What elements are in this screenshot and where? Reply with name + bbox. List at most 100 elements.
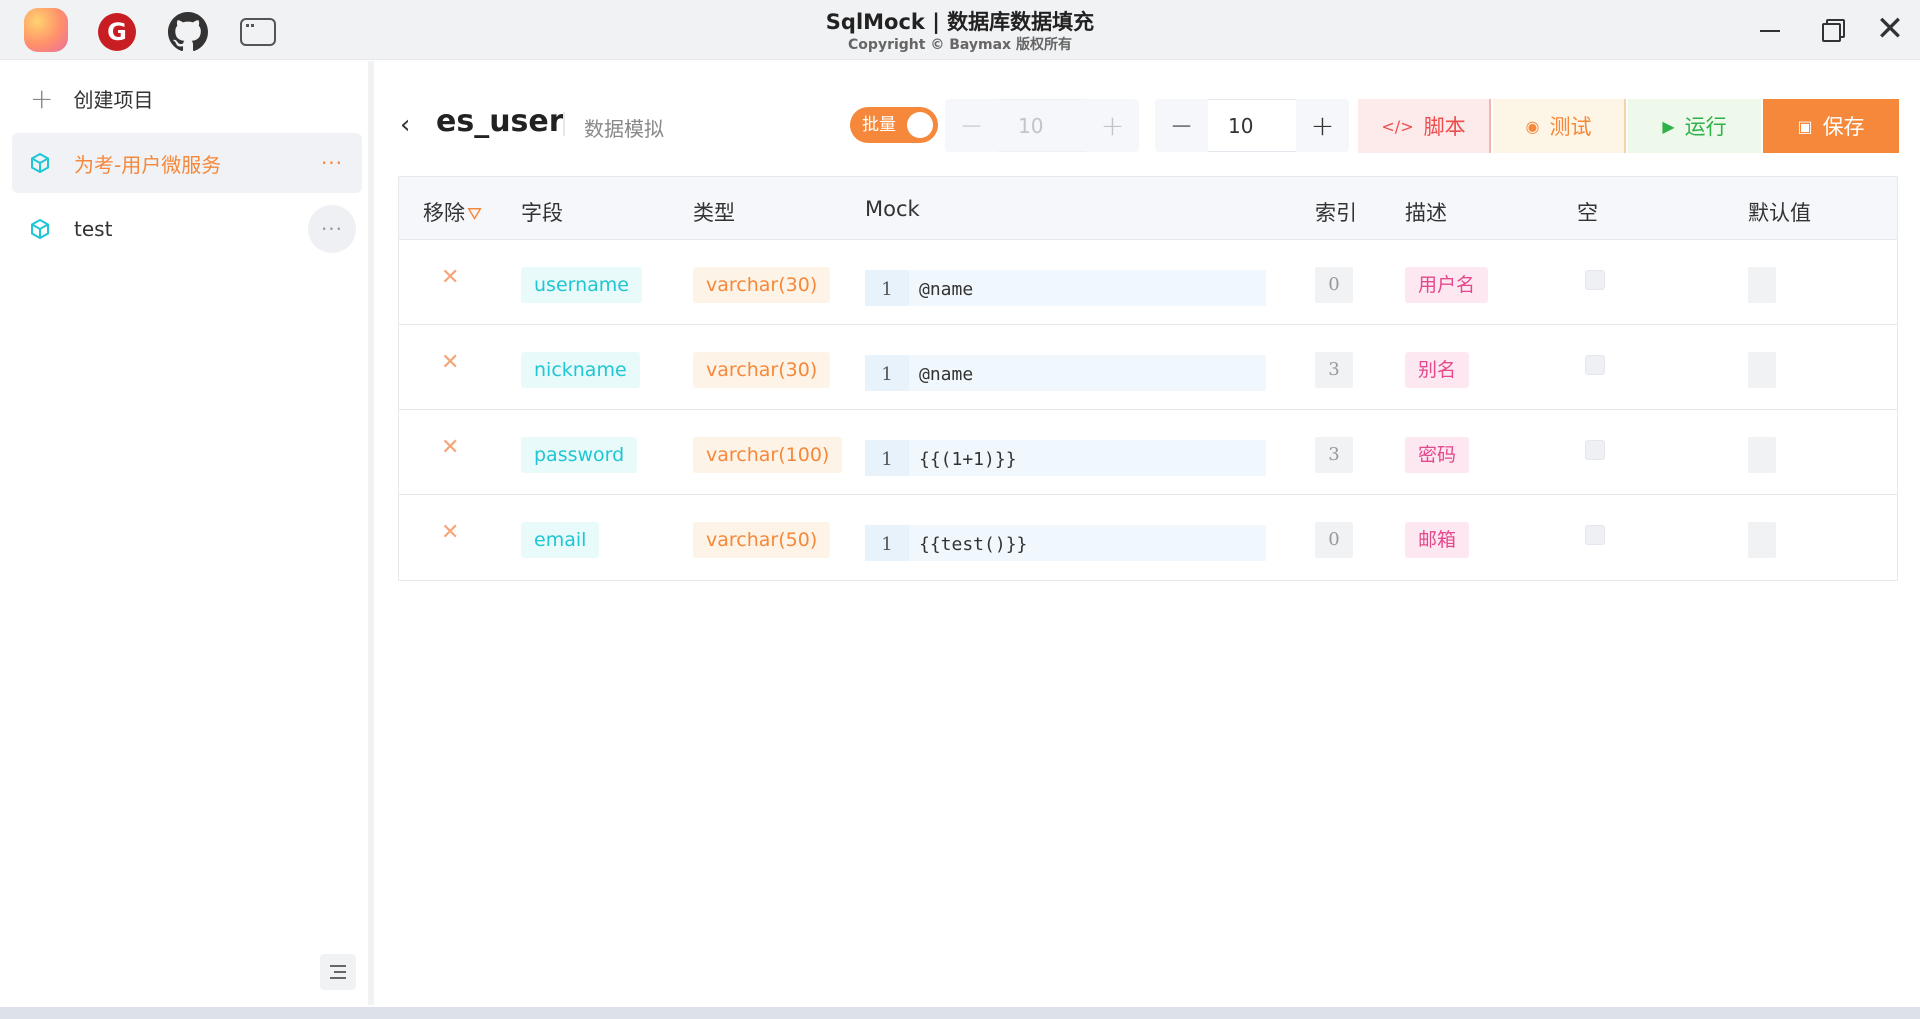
default-value-input[interactable] [1748, 352, 1776, 388]
plus-icon: + [30, 81, 54, 115]
remove-icon[interactable]: ✕ [441, 265, 459, 290]
index-value[interactable]: 0 [1315, 267, 1353, 303]
code-icon: </> [1381, 116, 1414, 136]
decrement-button: − [945, 99, 998, 152]
field-description[interactable]: 邮箱 [1405, 522, 1470, 558]
mock-editor[interactable]: 1 @name [865, 270, 1266, 306]
column-header-type: 类型 [693, 201, 735, 225]
default-value-input[interactable] [1748, 522, 1776, 558]
column-header-default: 默认值 [1748, 201, 1811, 225]
cube-icon [30, 152, 50, 174]
field-name[interactable]: password [521, 437, 638, 473]
default-value-input[interactable] [1748, 267, 1776, 303]
batch-label: 批量 [862, 115, 896, 135]
mock-code[interactable]: @name [909, 355, 973, 391]
column-header-nullable: 空 [1577, 201, 1598, 225]
mock-editor[interactable]: 1 {{test()}} [865, 525, 1266, 561]
app-copyright: Copyright © Baymax 版权所有 [848, 37, 1072, 53]
toggle-knob [907, 112, 933, 138]
table-row: ✕ email varchar(50) 1 {{test()}} 0 邮箱 [399, 495, 1897, 580]
nullable-checkbox[interactable] [1585, 440, 1605, 460]
target-icon: ◉ [1525, 116, 1540, 136]
table-row: ✕ nickname varchar(30) 1 @name 3 别名 [399, 325, 1897, 410]
nullable-checkbox[interactable] [1585, 525, 1605, 545]
maximize-icon[interactable] [1812, 14, 1848, 46]
index-value[interactable]: 3 [1315, 352, 1353, 388]
field-description[interactable]: 密码 [1405, 437, 1470, 473]
field-description[interactable]: 用户名 [1405, 267, 1489, 303]
title-bar: G SqlMock | 数据库数据填充 Copyright © Baymax 版… [0, 0, 1920, 60]
mock-code[interactable]: {{(1+1)}} [909, 440, 1017, 476]
decrement-button[interactable]: − [1155, 99, 1208, 152]
cube-icon [30, 218, 50, 240]
collapse-sidebar-icon[interactable] [320, 954, 356, 990]
field-name[interactable]: nickname [521, 352, 640, 388]
run-label: 运行 [1684, 115, 1727, 139]
column-header-remove: 移除 ⛛ [423, 201, 483, 225]
field-name[interactable]: username [521, 267, 642, 303]
remove-icon[interactable]: ✕ [441, 435, 459, 460]
field-type[interactable]: varchar(100) [693, 437, 843, 473]
index-value[interactable]: 3 [1315, 437, 1353, 473]
row-count-stepper[interactable]: − 10 + [1155, 99, 1349, 152]
line-number: 1 [865, 270, 909, 306]
save-icon: ▣ [1797, 116, 1813, 136]
mock-code[interactable]: @name [909, 270, 973, 306]
column-header-field: 字段 [521, 201, 563, 225]
field-description[interactable]: 别名 [1405, 352, 1470, 388]
mock-editor[interactable]: 1 {{(1+1)}} [865, 440, 1266, 476]
test-button[interactable]: ◉ 测试 [1493, 99, 1626, 153]
field-type[interactable]: varchar(30) [693, 352, 831, 388]
batch-toggle[interactable]: 批量 [850, 107, 938, 143]
project-item-active[interactable]: 为考-用户微服务 ··· [12, 133, 362, 193]
line-number: 1 [865, 355, 909, 391]
app-title: SqlMock | 数据库数据填充 [825, 10, 1095, 34]
minimize-icon[interactable] [1752, 14, 1788, 46]
project-more-icon[interactable]: ··· [308, 139, 356, 187]
default-value-input[interactable] [1748, 437, 1776, 473]
table-name: es_user [436, 104, 564, 139]
table-row: ✕ password varchar(100) 1 {{(1+1)}} 3 密码 [399, 410, 1897, 495]
project-name: test [74, 217, 113, 241]
batch-count-stepper: − 10 + [945, 99, 1139, 152]
script-label: 脚本 [1423, 115, 1466, 139]
column-header-desc: 描述 [1405, 201, 1447, 225]
field-type[interactable]: varchar(50) [693, 522, 831, 558]
batch-count-value: 10 [998, 99, 1086, 152]
project-item[interactable]: test ··· [12, 199, 362, 259]
mock-editor[interactable]: 1 @name [865, 355, 1266, 391]
play-icon: ▶ [1662, 116, 1675, 136]
remove-icon[interactable]: ✕ [441, 350, 459, 375]
line-number: 1 [865, 525, 909, 561]
back-icon[interactable]: ‹ [400, 110, 410, 140]
nullable-checkbox[interactable] [1585, 355, 1605, 375]
increment-button[interactable]: + [1296, 99, 1349, 152]
column-header-index: 索引 [1315, 201, 1357, 225]
increment-button: + [1086, 99, 1139, 152]
filter-icon[interactable]: ⛛ [467, 204, 482, 225]
page-subtitle: 数据模拟 [584, 117, 664, 141]
create-project-label: 创建项目 [73, 87, 154, 112]
column-header-mock: Mock [865, 197, 920, 221]
index-value[interactable]: 0 [1315, 522, 1353, 558]
field-table: 移除 ⛛ 字段 类型 Mock 索引 描述 空 默认值 ✕ username va… [398, 176, 1898, 581]
bottom-bar [0, 1007, 1920, 1019]
line-number: 1 [865, 440, 909, 476]
title-divider [563, 112, 565, 136]
field-name[interactable]: email [521, 522, 600, 558]
save-label: 保存 [1822, 115, 1865, 139]
test-label: 测试 [1549, 115, 1592, 139]
mock-code[interactable]: {{test()}} [909, 525, 1027, 561]
sidebar: + 创建项目 为考-用户微服务 ··· test ··· [0, 61, 374, 1005]
row-count-input[interactable]: 10 [1208, 99, 1296, 152]
table-row: ✕ username varchar(30) 1 @name 0 用户名 [399, 240, 1897, 325]
nullable-checkbox[interactable] [1585, 270, 1605, 290]
save-button[interactable]: ▣ 保存 [1763, 99, 1899, 153]
create-project-button[interactable]: + 创建项目 [30, 81, 154, 115]
remove-icon[interactable]: ✕ [441, 520, 459, 545]
close-icon[interactable]: ✕ [1872, 12, 1908, 46]
project-more-icon[interactable]: ··· [308, 205, 356, 253]
script-button[interactable]: </> 脚本 [1358, 99, 1491, 153]
run-button[interactable]: ▶ 运行 [1628, 99, 1761, 153]
field-type[interactable]: varchar(30) [693, 267, 831, 303]
